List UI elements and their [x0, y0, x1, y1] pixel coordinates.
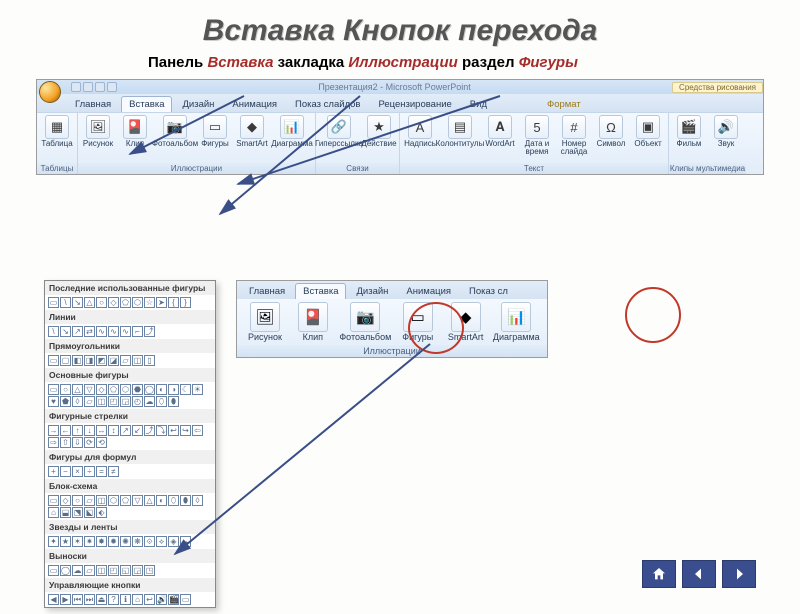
group-illustrations-label: Иллюстрации	[78, 163, 315, 174]
gallery-section-recent: Последние использованные фигуры	[45, 281, 215, 295]
textbox-button[interactable]: AНадпись	[403, 115, 437, 163]
subtitle-em-tab: Иллюстрации	[348, 54, 462, 71]
subtitle-word: раздел	[462, 54, 519, 71]
tab-animation[interactable]: Анимация	[224, 96, 285, 112]
subtitle-word: Панель	[148, 54, 207, 71]
gallery-section-basic: Основные фигуры	[45, 368, 215, 382]
hyperlink-button[interactable]: 🔗Гиперссылка	[319, 115, 359, 163]
gallery-row[interactable]: ▭◇○▱◫⬡⬠▽△◐⬯⬮◊⌂⬓⬔⬕⬖	[45, 493, 215, 520]
tab-format[interactable]: Формат	[539, 96, 589, 112]
tab-review[interactable]: Рецензирование	[370, 96, 459, 112]
subtitle-word: закладка	[278, 54, 349, 71]
gallery-row[interactable]: \↘↗⇄∿∿∿⌐⤴	[45, 324, 215, 339]
forward-icon	[731, 566, 747, 582]
group-text: AНадпись ▤Колонтитулы 𝐀WordArt 5Дата и в…	[400, 113, 669, 174]
home-icon	[651, 566, 667, 582]
wordart-button[interactable]: 𝐀WordArt	[483, 115, 517, 163]
gallery-section-equation: Фигуры для формул	[45, 450, 215, 464]
slide-title: Вставка Кнопок перехода	[0, 14, 800, 48]
zoom-tab-home[interactable]: Главная	[241, 283, 293, 299]
subtitle-em-section: Фигуры	[519, 54, 578, 71]
shapes-gallery[interactable]: Последние использованные фигуры ▭\↘△○◇⬠⬡…	[44, 280, 216, 608]
object-button[interactable]: ▣Объект	[631, 115, 665, 163]
zoom-tab-design[interactable]: Дизайн	[348, 283, 396, 299]
tab-insert[interactable]: Вставка	[121, 96, 172, 112]
gallery-section-callouts: Выноски	[45, 549, 215, 563]
gallery-section-rects: Прямоугольники	[45, 339, 215, 353]
tab-design[interactable]: Дизайн	[174, 96, 222, 112]
headerfooter-button[interactable]: ▤Колонтитулы	[440, 115, 480, 163]
group-tables-label: Таблицы	[37, 163, 77, 174]
action-button[interactable]: ★Действие	[362, 115, 396, 163]
gallery-section-lines: Линии	[45, 310, 215, 324]
group-links-label: Связи	[316, 163, 399, 174]
gallery-row[interactable]: ▭\↘△○◇⬠⬡☆➤{}	[45, 295, 215, 310]
clip-button[interactable]: 🎴Клип	[118, 115, 152, 163]
zoom-tab-slideshow[interactable]: Показ сл	[461, 283, 516, 299]
window-caption: Презентация2 - Microsoft PowerPoint	[123, 82, 666, 92]
nav-back-button[interactable]	[682, 560, 716, 588]
group-text-label: Текст	[400, 163, 668, 174]
gallery-section-arrows: Фигурные стрелки	[45, 409, 215, 423]
group-media: 🎬Фильм 🔊Звук Клипы мультимедиа	[669, 113, 746, 174]
powerpoint-ribbon: Презентация2 - Microsoft PowerPoint Сред…	[36, 79, 764, 175]
group-media-label: Клипы мультимедиа	[669, 163, 746, 174]
gallery-row[interactable]: ▭○△▽◇⬠⬡⬣◯◐◑☾☀♥⬟◊▱◫◰◲◴☁⬯⬮	[45, 382, 215, 409]
tab-home[interactable]: Главная	[67, 96, 119, 112]
gallery-section-flowchart: Блок-схема	[45, 479, 215, 493]
nav-home-button[interactable]	[642, 560, 676, 588]
contextual-tab-label: Средства рисования	[672, 82, 763, 93]
zoom-tab-insert[interactable]: Вставка	[295, 283, 346, 299]
office-button[interactable]	[39, 81, 61, 103]
gallery-row[interactable]: ▭◯☁▱◫◰◱◲◳	[45, 563, 215, 578]
group-illustrations: 🖼Рисунок 🎴Клип 📷Фотоальбом ▭Фигуры ◆Smar…	[78, 113, 316, 174]
smartart-button[interactable]: ◆SmartArt	[235, 115, 269, 163]
red-highlight-smartart	[625, 287, 681, 343]
movie-button[interactable]: 🎬Фильм	[672, 115, 706, 163]
datetime-button[interactable]: 5Дата и время	[520, 115, 554, 163]
gallery-row[interactable]: ▭▢◧◨◩◪▱◫▯	[45, 353, 215, 368]
symbol-button[interactable]: ΩСимвол	[594, 115, 628, 163]
photoalbum-button[interactable]: 📷Фотоальбом	[155, 115, 195, 163]
table-button[interactable]: ▦Таблица	[40, 115, 74, 163]
tab-view[interactable]: Вид	[462, 96, 495, 112]
sound-button[interactable]: 🔊Звук	[709, 115, 743, 163]
gallery-row[interactable]: ✦★✶✷✸✹✺❋⟐⟡◈⬰	[45, 534, 215, 549]
illustrations-zoom-panel: Главная Вставка Дизайн Анимация Показ сл…	[236, 280, 548, 358]
gallery-section-action-buttons: Управляющие кнопки	[45, 578, 215, 592]
tab-slideshow[interactable]: Показ слайдов	[287, 96, 368, 112]
gallery-row[interactable]: +−×÷=≠	[45, 464, 215, 479]
ribbon-body: ▦Таблица Таблицы 🖼Рисунок 🎴Клип 📷Фотоаль…	[37, 112, 763, 174]
chart-button[interactable]: 📊Диаграмма	[272, 115, 312, 163]
nav-forward-button[interactable]	[722, 560, 756, 588]
quick-access-toolbar[interactable]	[71, 82, 117, 92]
group-tables: ▦Таблица Таблицы	[37, 113, 78, 174]
subtitle: Панель Вставка закладка Иллюстрации разд…	[148, 54, 800, 71]
gallery-section-stars: Звезды и ленты	[45, 520, 215, 534]
picture-button[interactable]: 🖼Рисунок	[81, 115, 115, 163]
back-icon	[691, 566, 707, 582]
slidenumber-button[interactable]: #Номер слайда	[557, 115, 591, 163]
gallery-row[interactable]: →←↑↓↔↕↗↙⤴⤵↩↪⇦⇨⇧⇩⟳⟲	[45, 423, 215, 450]
zoom-group-label: Иллюстрации	[237, 345, 547, 357]
title-bar: Презентация2 - Microsoft PowerPoint Сред…	[37, 80, 763, 94]
ribbon-tabs: Главная Вставка Дизайн Анимация Показ сл…	[37, 94, 763, 112]
slide-nav-buttons	[642, 560, 756, 588]
subtitle-em-panel: Вставка	[207, 54, 277, 71]
shapes-button[interactable]: ▭Фигуры	[198, 115, 232, 163]
zoom-tab-animation[interactable]: Анимация	[398, 283, 459, 299]
group-links: 🔗Гиперссылка ★Действие Связи	[316, 113, 400, 174]
